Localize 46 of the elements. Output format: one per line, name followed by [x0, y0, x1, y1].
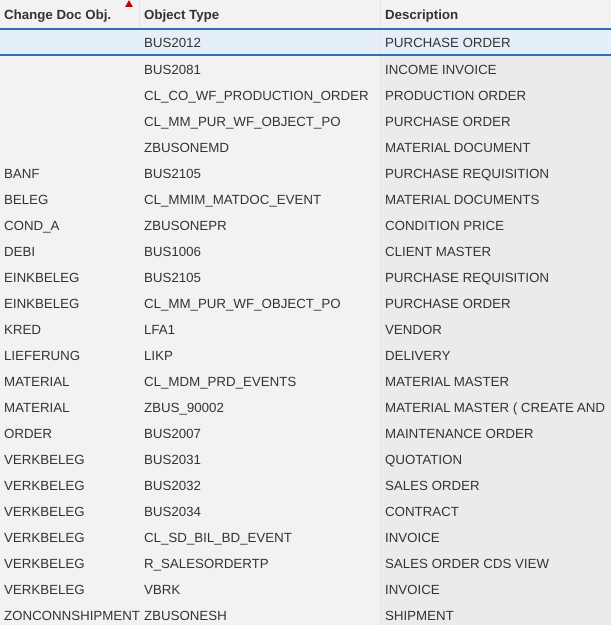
table-cell-text: COND_A — [3, 216, 60, 235]
table-cell-text: VERKBELEG — [3, 450, 86, 468]
table-cell-text: ORDER — [3, 424, 54, 442]
table-cell-text: BELEG — [3, 190, 50, 208]
table-cell: PURCHASE ORDER — [381, 108, 611, 134]
table-cell: PRODUCTION ORDER — [381, 82, 611, 108]
table-cell-text: DEBI — [3, 242, 36, 260]
table-cell: CONTRACT — [381, 498, 611, 524]
table-cell: DELIVERY — [381, 342, 611, 368]
table-cell: CONDITION PRICE — [381, 212, 611, 238]
selected-row[interactable]: BUS2012 PURCHASE ORDER — [0, 30, 611, 56]
table-cell-text: MATERIAL — [3, 398, 71, 416]
table-cell-text: EINKBELEG — [3, 294, 80, 312]
table-cell: QUOTATION — [381, 446, 611, 472]
table-cell-text: PURCHASE ORDER — [384, 34, 512, 52]
table-cell-text: KRED — [3, 320, 42, 338]
table-cell: SALES ORDER CDS VIEW — [381, 550, 611, 576]
table-cell-text: VERKBELEG — [3, 554, 86, 572]
column-header[interactable]: Description — [381, 0, 611, 28]
table-cell-text: ZONCONNSHIPMENT — [3, 606, 140, 624]
table-cell: PURCHASE REQUISITION — [381, 160, 611, 186]
table-cell-text: EINKBELEG — [3, 268, 80, 286]
table-cell: MAINTENANCE ORDER — [381, 420, 611, 446]
table-cell: VENDOR — [381, 316, 611, 342]
table-cell: MATERIAL MASTER — [381, 368, 611, 394]
column-header[interactable]: Change Doc Obj. — [0, 0, 140, 28]
table-cell-text: VERKBELEG — [3, 476, 86, 494]
table-cell-text: VERKBELEG — [3, 502, 86, 520]
table-cell: BUS2012 — [140, 30, 381, 54]
table-cell: PURCHASE REQUISITION — [381, 264, 611, 290]
table-cell: SHIPMENT — [381, 602, 611, 625]
table-cell-text: BANF — [3, 164, 40, 182]
table-cell: INCOME INVOICE — [381, 56, 611, 82]
table-cell-text: VERKBELEG — [3, 580, 86, 598]
table-cell-text: MATERIAL — [3, 372, 71, 390]
table-cell-text: LIEFERUNG — [3, 346, 82, 364]
table-cell: MATERIAL DOCUMENTS — [381, 186, 611, 212]
table-cell: SALES ORDER — [381, 472, 611, 498]
table-cell: INVOICE — [381, 524, 611, 550]
table-cell-text: VERKBELEG — [3, 528, 86, 546]
table-cell: INVOICE — [381, 576, 611, 602]
column-header[interactable]: Object Type — [140, 0, 381, 28]
table-cell: MATERIAL DOCUMENT — [381, 134, 611, 160]
table-cell: PURCHASE ORDER — [381, 290, 611, 316]
table-cell: MATERIAL MASTER ( CREATE AND — [381, 394, 611, 420]
table-cell: CLIENT MASTER — [381, 238, 611, 264]
